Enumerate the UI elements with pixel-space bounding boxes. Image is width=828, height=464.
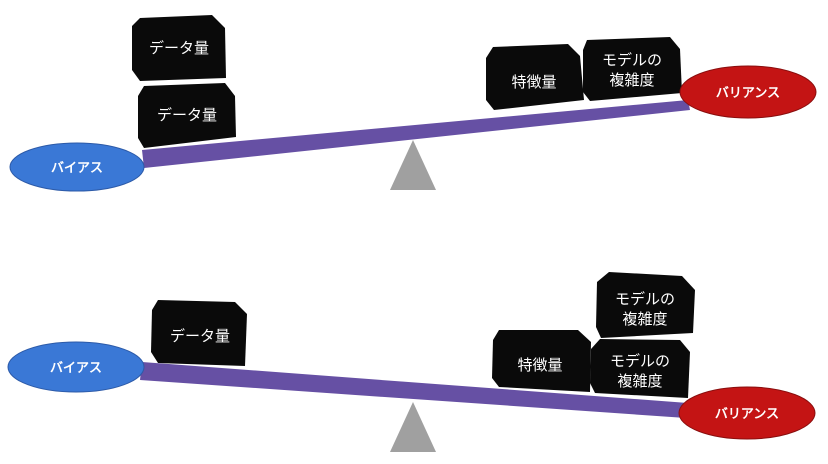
bias-ellipse-top: バイアス [9,142,145,192]
weight-data-amount-top-lower: データ量 [138,83,236,148]
weight-label: 複雑度 [609,71,654,89]
weight-data-amount-bottom: データ量 [151,300,247,366]
bias-label: バイアス [50,361,102,376]
variance-ellipse-bottom: バリアンス [678,386,816,440]
weight-label: モデルの [615,290,675,308]
weight-data-amount-top-upper: データ量 [132,15,226,81]
weight-features-top: 特徴量 [486,44,584,110]
variance-ellipse-top: バリアンス [679,65,817,119]
weight-model-complexity-bottom-upper: モデルの 複雑度 [596,272,695,338]
weight-model-complexity-bottom-lower: モデルの 複雑度 [590,339,690,398]
weight-features-bottom: 特徴量 [492,330,591,392]
weight-label: データ量 [157,106,217,124]
bias-ellipse-bottom: バイアス [7,341,145,393]
seesaw-bottom: データ量 特徴量 モデルの 複雑度 モデルの 複雑度 バイアス バリアンス [7,272,816,452]
weight-label: 複雑度 [617,372,662,390]
seesaw-diagram: データ量 データ量 特徴量 モデルの 複雑度 バイアス バリアンス データ量 特… [7,15,817,452]
fulcrum-bottom [390,402,436,452]
bias-label: バイアス [51,161,103,176]
weight-model-complexity-top: モデルの 複雑度 [583,37,682,101]
weight-label: 特徴量 [511,73,556,91]
weight-label: モデルの [610,352,670,370]
weight-label: 特徴量 [517,356,562,374]
fulcrum-top [390,140,436,190]
weight-label: 複雑度 [622,310,667,328]
weight-label: データ量 [170,327,230,345]
weight-label: データ量 [149,39,209,57]
variance-label: バリアンス [715,407,779,422]
variance-label: バリアンス [716,86,780,101]
seesaw-top: データ量 データ量 特徴量 モデルの 複雑度 バイアス バリアンス [9,15,817,192]
weight-label: モデルの [602,51,662,69]
